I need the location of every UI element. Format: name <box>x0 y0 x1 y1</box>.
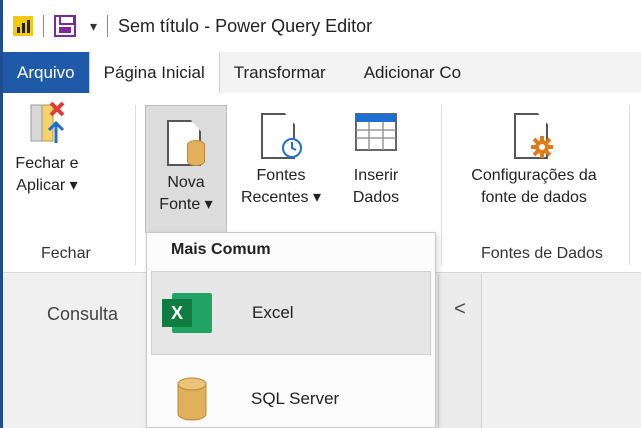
power-query-window: ▾ Sem título - Power Query Editor Arquiv… <box>0 0 641 428</box>
excel-icon: X <box>162 293 212 333</box>
new-source-label-1: Nova <box>167 174 205 191</box>
menu-item-excel[interactable]: X Excel <box>151 271 431 355</box>
group-separator <box>441 105 442 265</box>
power-bi-logo-icon <box>13 16 33 36</box>
new-source-label-2: Fonte ▾ <box>159 196 213 213</box>
close-apply-label-2: Aplicar ▾ <box>16 177 78 194</box>
queries-pane-label: Consulta <box>47 304 119 324</box>
recent-sources-button[interactable]: Fontes Recentes ▾ <box>229 101 333 209</box>
enter-data-button[interactable]: Inserir Dados <box>339 101 413 209</box>
close-apply-button[interactable]: Fechar e Aplicar ▾ <box>7 101 87 197</box>
collapse-queries-button[interactable]: < <box>438 274 482 428</box>
recent-sources-label-1: Fontes <box>256 167 306 184</box>
menu-item-excel-label: Excel <box>252 303 294 322</box>
group-label-data-sources: Fontes de Dados <box>481 245 603 262</box>
group-separator <box>629 105 630 265</box>
tab-transform[interactable]: Transformar <box>220 52 340 93</box>
new-source-button[interactable]: Nova Fonte ▾ <box>145 105 227 233</box>
data-source-settings-button[interactable]: Configurações da fonte de dados <box>449 101 619 209</box>
menu-item-sql-server[interactable]: SQL Server <box>151 357 431 428</box>
window-title: Sem título - Power Query Editor <box>118 15 373 36</box>
enter-data-label-2: Dados <box>352 189 400 206</box>
group-separator <box>135 105 136 265</box>
enter-data-label-1: Inserir <box>353 167 399 184</box>
data-source-settings-label-2: fonte de dados <box>481 189 587 206</box>
ribbon-tabs: Arquivo Página Inicial Transformar Adici… <box>3 52 641 93</box>
recent-sources-label-2: Recentes ▾ <box>240 189 322 206</box>
table-icon <box>355 113 397 159</box>
close-apply-icon <box>29 101 65 147</box>
data-source-settings-icon <box>514 113 554 159</box>
title-separator <box>107 15 109 37</box>
menu-item-sql-server-label: SQL Server <box>251 389 340 408</box>
new-source-dropdown-menu: Mais Comum X Excel SQL Server <box>146 232 436 428</box>
title-separator <box>43 15 44 37</box>
close-apply-label-1: Fechar e <box>15 155 79 172</box>
tab-file[interactable]: Arquivo <box>3 52 89 93</box>
database-icon <box>177 377 207 421</box>
quick-access-dropdown-icon[interactable]: ▾ <box>90 19 97 33</box>
dropdown-section-header: Mais Comum <box>171 241 271 258</box>
save-icon[interactable] <box>54 15 76 37</box>
chevron-left-icon: < <box>454 298 466 320</box>
data-source-settings-label-1: Configurações da <box>471 167 597 184</box>
tab-home[interactable]: Página Inicial <box>88 52 220 93</box>
tab-add-column[interactable]: Adicionar Co <box>340 52 475 93</box>
title-bar: ▾ Sem título - Power Query Editor <box>3 0 641 52</box>
new-source-icon <box>167 120 205 166</box>
group-label-close: Fechar <box>41 245 91 262</box>
recent-sources-icon <box>261 113 302 159</box>
